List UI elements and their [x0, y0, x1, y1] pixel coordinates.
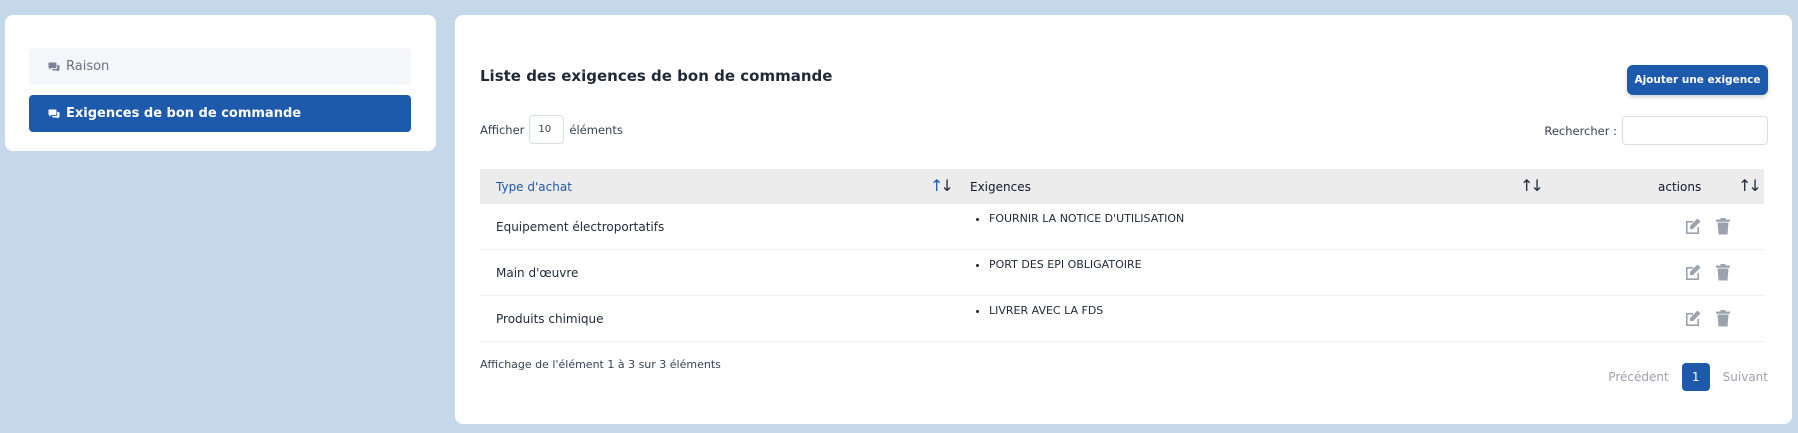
table-row: Produits chimique LIVRER AVEC LA FDS	[480, 296, 1764, 342]
pagination-next[interactable]: Suivant	[1723, 370, 1768, 384]
comments-icon	[48, 108, 60, 120]
table-header: Type d'achat ↑↓ Exigences ↑↓ actions ↑↓	[480, 169, 1764, 204]
cell-exigences: FOURNIR LA NOTICE D'UTILISATION	[970, 212, 1184, 225]
exigences-table: Type d'achat ↑↓ Exigences ↑↓ actions ↑↓ …	[480, 169, 1764, 342]
row-actions	[1683, 308, 1733, 328]
delete-icon[interactable]	[1713, 262, 1733, 282]
pagination-previous[interactable]: Précédent	[1608, 370, 1668, 384]
edit-icon[interactable]	[1683, 308, 1703, 328]
sort-icon[interactable]: ↑↓	[1520, 176, 1544, 195]
cell-type: Equipement électroportatifs	[496, 220, 665, 234]
row-actions	[1683, 216, 1733, 236]
length-prefix: Afficher	[480, 122, 525, 137]
length-select[interactable]: 10	[529, 115, 565, 144]
exigence-item: LIVRER AVEC LA FDS	[989, 304, 1103, 317]
exigence-item: FOURNIR LA NOTICE D'UTILISATION	[989, 212, 1184, 225]
search-input[interactable]	[1622, 116, 1768, 145]
column-header-actions[interactable]: actions	[1658, 169, 1701, 204]
sidebar-item-label: Raison	[66, 59, 110, 74]
search-label: Rechercher :	[1544, 123, 1617, 138]
row-actions	[1683, 262, 1733, 282]
table-row: Main d'œuvre PORT DES EPI OBLIGATOIRE	[480, 250, 1764, 296]
search-control: Rechercher :	[1544, 116, 1768, 145]
length-control: Afficher 10 éléments	[480, 115, 623, 144]
cell-type: Produits chimique	[496, 312, 604, 326]
column-header-type[interactable]: Type d'achat	[496, 169, 572, 204]
delete-icon[interactable]	[1713, 308, 1733, 328]
exigence-item: PORT DES EPI OBLIGATOIRE	[989, 258, 1142, 271]
main-panel: Liste des exigences de bon de commande A…	[455, 15, 1792, 424]
cell-type: Main d'œuvre	[496, 266, 579, 280]
page-title: Liste des exigences de bon de commande	[480, 67, 833, 85]
sidebar-item-label: Exigences de bon de commande	[66, 106, 302, 121]
add-exigence-button[interactable]: Ajouter une exigence	[1627, 65, 1768, 95]
table-row: Equipement électroportatifs FOURNIR LA N…	[480, 204, 1764, 250]
sidebar-panel: Raison Exigences de bon de commande	[5, 15, 436, 151]
sidebar-item-raison[interactable]: Raison	[29, 48, 411, 85]
edit-icon[interactable]	[1683, 216, 1703, 236]
cell-exigences: LIVRER AVEC LA FDS	[970, 304, 1103, 317]
sort-icon[interactable]: ↑↓	[930, 176, 954, 195]
sidebar-item-exigences[interactable]: Exigences de bon de commande	[29, 95, 411, 132]
cell-exigences: PORT DES EPI OBLIGATOIRE	[970, 258, 1142, 271]
column-header-exigences[interactable]: Exigences	[970, 169, 1031, 204]
comments-icon	[48, 61, 60, 73]
table-info: Affichage de l'élément 1 à 3 sur 3 éléme…	[480, 358, 721, 371]
edit-icon[interactable]	[1683, 262, 1703, 282]
pagination: Précédent 1 Suivant	[1608, 363, 1768, 391]
sort-icon[interactable]: ↑↓	[1738, 176, 1762, 195]
pagination-page-current[interactable]: 1	[1681, 363, 1710, 391]
length-suffix: éléments	[569, 122, 623, 137]
delete-icon[interactable]	[1713, 216, 1733, 236]
